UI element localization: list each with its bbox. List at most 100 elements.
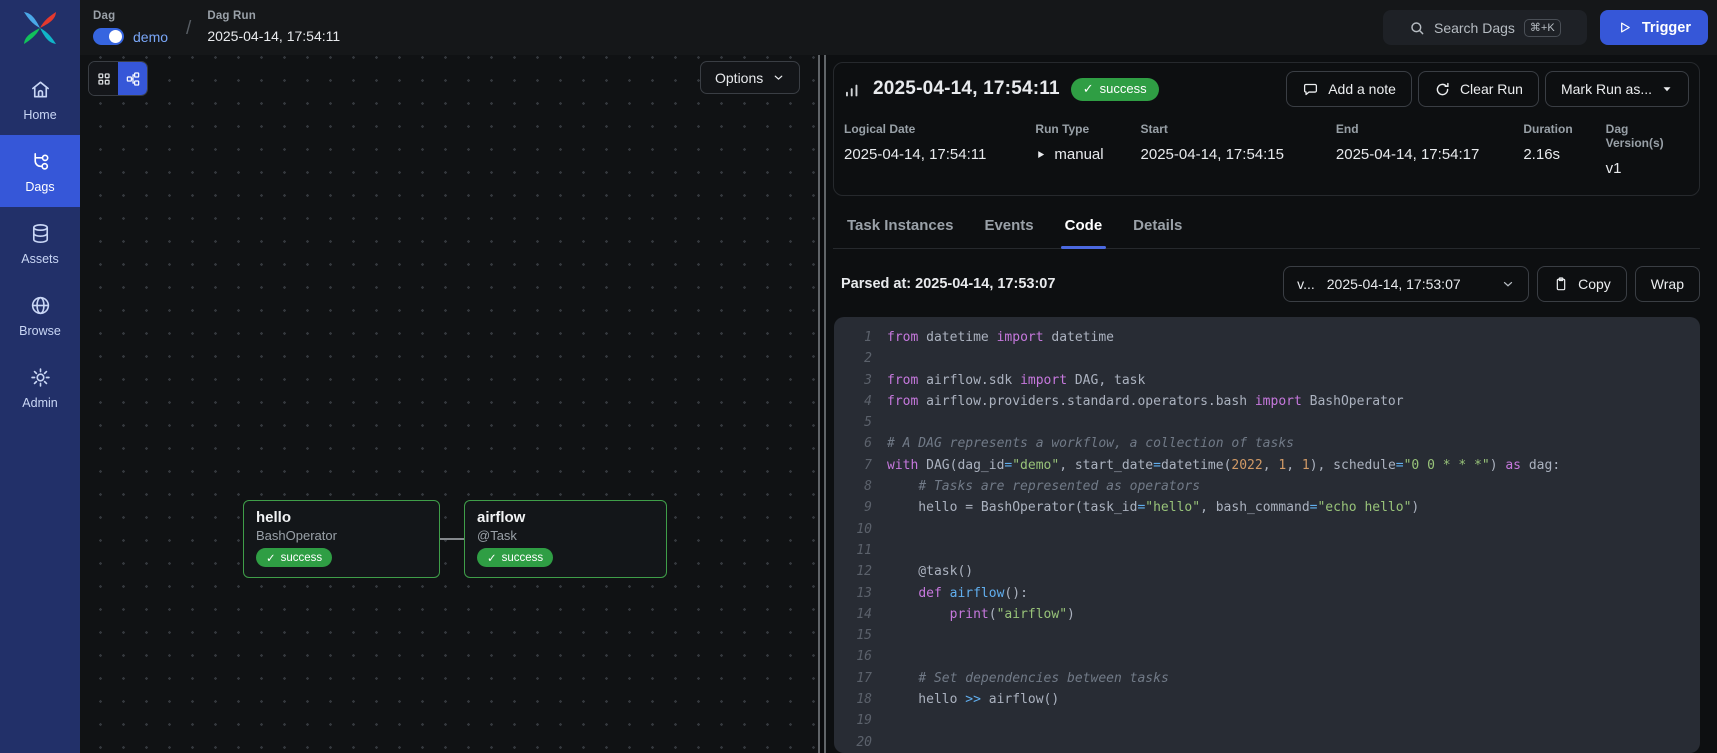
sidebar-item-home[interactable]: Home <box>0 63 80 135</box>
trigger-button[interactable]: Trigger <box>1600 10 1708 45</box>
task-status-badge: ✓success <box>256 548 332 567</box>
run-status-badge: ✓success <box>1071 78 1159 101</box>
breadcrumb-dag-run: Dag Run 2025-04-14, 17:54:11 <box>207 10 340 44</box>
code-line: 8 # Tasks are represented as operators <box>834 476 1700 497</box>
task-node-airflow[interactable]: airflow @Task ✓success <box>464 500 667 578</box>
code-lines: 1from datetime import datetime23from air… <box>834 327 1700 753</box>
code-line: 6# A DAG represents a workflow, a collec… <box>834 433 1700 454</box>
sidebar-item-label: Assets <box>21 252 59 266</box>
airflow-pinwheel-icon <box>20 8 60 48</box>
breadcrumb-separator: / <box>186 18 191 40</box>
code-line: 4from airflow.providers.standard.operato… <box>834 391 1700 412</box>
dag-pause-toggle[interactable] <box>93 28 124 45</box>
tab-details[interactable]: Details <box>1120 204 1195 248</box>
search-placeholder: Search Dags <box>1434 20 1515 36</box>
code-line: 17 # Set dependencies between tasks <box>834 668 1700 689</box>
dag-name-link[interactable]: demo <box>133 29 168 45</box>
code-toolbar-actions: v... 2025-04-14, 17:53:07 Copy Wrap <box>1283 266 1700 302</box>
clear-run-button[interactable]: Clear Run <box>1418 71 1539 107</box>
meta-end: End 2025-04-14, 17:54:17 <box>1336 122 1523 177</box>
trigger-label: Trigger <box>1642 20 1691 36</box>
browse-icon <box>29 294 52 317</box>
copy-label: Copy <box>1578 276 1611 292</box>
wrap-label: Wrap <box>1651 276 1684 292</box>
search-shortcut-badge: ⌘+K <box>1524 19 1561 37</box>
options-label: Options <box>715 70 763 86</box>
sidebar-item-label: Home <box>23 108 56 122</box>
code-line: 10 <box>834 519 1700 540</box>
chevron-down-icon <box>772 71 785 84</box>
version-value: 2025-04-14, 17:53:07 <box>1327 276 1461 292</box>
grid-icon <box>96 71 112 87</box>
run-header: 2025-04-14, 17:54:11 ✓success Add a note… <box>843 70 1689 108</box>
manual-run-icon <box>1035 149 1046 160</box>
header-actions: Search Dags ⌘+K Trigger <box>1383 10 1708 45</box>
dags-icon <box>29 150 52 173</box>
code-line: 11 <box>834 540 1700 561</box>
chevron-down-icon <box>1501 277 1515 291</box>
sidebar-item-browse[interactable]: Browse <box>0 279 80 351</box>
code-line: 18 hello >> airflow() <box>834 689 1700 710</box>
options-dropdown[interactable]: Options <box>700 61 800 94</box>
refresh-icon <box>1434 81 1451 98</box>
airflow-logo[interactable] <box>0 0 80 55</box>
task-node-hello[interactable]: hello BashOperator ✓success <box>243 500 440 578</box>
meta-dag-versions: Dag Version(s) v1 <box>1606 122 1689 177</box>
code-line: 12 @task() <box>834 561 1700 582</box>
code-line: 1from datetime import datetime <box>834 327 1700 348</box>
dag-run-value: 2025-04-14, 17:54:11 <box>207 28 340 44</box>
copy-button[interactable]: Copy <box>1537 266 1627 302</box>
add-note-label: Add a note <box>1328 81 1396 97</box>
run-tabs: Task Instances Events Code Details <box>833 204 1700 249</box>
add-note-button[interactable]: Add a note <box>1286 71 1412 107</box>
meta-run-type: Run Type manual <box>1035 122 1140 177</box>
code-toolbar: Parsed at: 2025-04-14, 17:53:07 v... 202… <box>833 266 1700 302</box>
run-metadata: Logical Date 2025-04-14, 17:54:11 Run Ty… <box>843 122 1689 177</box>
breadcrumb-dag: Dag demo <box>93 10 168 45</box>
sidebar: Home Dags Assets Browse Admin <box>0 0 80 753</box>
dag-run-label: Dag Run <box>207 10 340 22</box>
wrap-button[interactable]: Wrap <box>1635 266 1700 302</box>
code-line: 19 <box>834 710 1700 731</box>
code-line: 7with DAG(dag_id="demo", start_date=date… <box>834 455 1700 476</box>
code-line: 5 <box>834 412 1700 433</box>
task-node-operator: @Task <box>477 528 654 543</box>
task-node-operator: BashOperator <box>256 528 427 543</box>
meta-duration: Duration 2.16s <box>1523 122 1605 177</box>
sidebar-item-admin[interactable]: Admin <box>0 351 80 423</box>
panel-splitter[interactable] <box>818 55 826 753</box>
sidebar-nav: Home Dags Assets Browse Admin <box>0 63 80 423</box>
mark-run-as-button[interactable]: Mark Run as... <box>1545 71 1689 107</box>
clear-run-label: Clear Run <box>1460 81 1523 97</box>
bar-chart-icon <box>843 80 862 99</box>
code-line: 20 <box>834 732 1700 753</box>
sidebar-item-assets[interactable]: Assets <box>0 207 80 279</box>
tab-task-instances[interactable]: Task Instances <box>834 204 966 248</box>
meta-logical-date: Logical Date 2025-04-14, 17:54:11 <box>844 122 1035 177</box>
graph-view-button[interactable] <box>118 62 147 95</box>
sidebar-item-dags[interactable]: Dags <box>0 135 80 207</box>
task-node-title: airflow <box>477 509 654 526</box>
dag-version-select[interactable]: v... 2025-04-14, 17:53:07 <box>1283 266 1529 302</box>
task-status-badge: ✓success <box>477 548 553 567</box>
tab-events[interactable]: Events <box>971 204 1046 248</box>
run-summary-card: 2025-04-14, 17:54:11 ✓success Add a note… <box>833 62 1700 196</box>
grid-view-button[interactable] <box>89 62 118 95</box>
code-line: 2 <box>834 348 1700 369</box>
parsed-at-text: Parsed at: 2025-04-14, 17:53:07 <box>833 276 1055 292</box>
home-icon <box>29 78 52 101</box>
dag-code-viewer[interactable]: 1from datetime import datetime23from air… <box>834 317 1700 753</box>
sidebar-item-label: Browse <box>19 324 61 338</box>
play-icon <box>1617 20 1632 35</box>
code-line: 3from airflow.sdk import DAG, task <box>834 370 1700 391</box>
assets-icon <box>29 222 52 245</box>
task-node-title: hello <box>256 509 427 526</box>
search-input[interactable]: Search Dags ⌘+K <box>1383 10 1587 45</box>
code-line: 9 hello = BashOperator(task_id="hello", … <box>834 497 1700 518</box>
code-line: 14 print("airflow") <box>834 604 1700 625</box>
check-icon: ✓ <box>487 551 497 565</box>
tab-code[interactable]: Code <box>1052 204 1116 248</box>
view-toggle-group <box>88 61 148 96</box>
run-details-panel: 2025-04-14, 17:54:11 ✓success Add a note… <box>826 55 1717 753</box>
dag-graph-panel[interactable]: Options hello BashOperator ✓success airf… <box>80 55 818 753</box>
